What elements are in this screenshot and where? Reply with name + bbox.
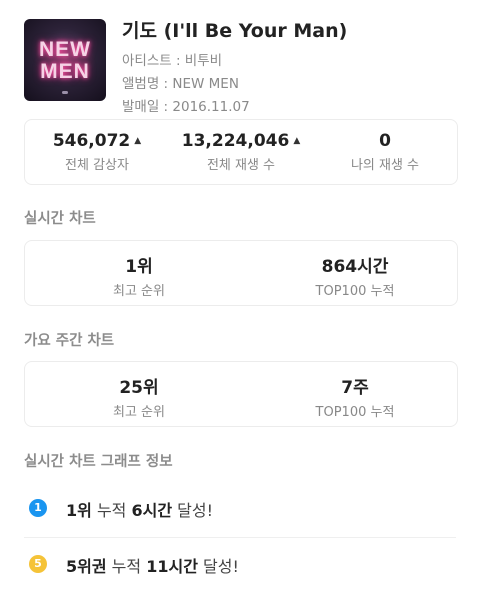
graph-info-suffix: 달성! (177, 501, 214, 520)
graph-info-text: 1위 누적 6시간 달성! (66, 497, 213, 521)
rank-badge-icon: 5 (29, 555, 47, 573)
realtime-top100-stat: 864시간 TOP100 누적 (241, 252, 469, 299)
artist-text[interactable]: 아티스트 : 비투비 (122, 50, 347, 73)
release-date-text: 발매일 : 2016.11.07 (122, 99, 250, 115)
triangle-up-icon: ▲ (293, 136, 301, 146)
listen-stats-card: 546,072 ▲ 전체 감상자 13,224,046 ▲ 전체 재생 수 0 나의… (24, 119, 458, 185)
weekly-best-rank-value: 25위 (119, 378, 159, 398)
album-art[interactable]: NEW MEN (24, 19, 106, 101)
realtime-top100-label: TOP100 누적 (315, 284, 395, 299)
weekly-top100-label: TOP100 누적 (315, 405, 395, 420)
weekly-chart-card: 25위 최고 순위 7주 TOP100 누적 (24, 361, 458, 427)
graph-info-text: 5위권 누적 11시간 달성! (66, 553, 239, 577)
graph-info-mid: 누적 (111, 557, 142, 576)
graph-info-item: 5 5위권 누적 11시간 달성! (24, 545, 456, 585)
weekly-best-rank-stat: 25위 최고 순위 (25, 373, 253, 420)
album-art-text-bottom: MEN (40, 60, 90, 83)
realtime-top100-value: 864시간 (321, 257, 389, 277)
realtime-chart-title: 실시간 차트 (24, 211, 96, 227)
graph-info-title: 실시간 차트 그래프 정보 (24, 454, 173, 470)
my-plays-label: 나의 재생 수 (350, 158, 420, 173)
weekly-chart-title: 가요 주간 차트 (24, 333, 115, 349)
rank-badge-icon: 1 (29, 499, 47, 517)
weekly-best-rank-label: 최고 순위 (113, 405, 165, 420)
album-text[interactable]: 앨범명 : NEW MEN (122, 73, 347, 96)
album-art-text-top: NEW (39, 38, 91, 61)
song-info: 기도 (I'll Be Your Man) 아티스트 : 비투비 앨범명 : N… (122, 16, 347, 119)
realtime-best-rank-stat: 1위 최고 순위 (25, 252, 253, 299)
total-listeners-stat: 546,072 ▲ 전체 감상자 (25, 131, 169, 173)
total-plays-label: 전체 재생 수 (206, 158, 276, 173)
total-plays-stat: 13,224,046 ▲ 전체 재생 수 (169, 131, 313, 173)
my-plays-stat: 0 나의 재생 수 (313, 131, 457, 173)
graph-info-rank: 1위 (66, 501, 92, 520)
graph-info-rank: 5위권 (66, 557, 107, 576)
weekly-top100-value: 7주 (341, 378, 369, 398)
triangle-up-icon: ▲ (134, 136, 142, 146)
graph-info-mid: 누적 (96, 501, 127, 520)
total-listeners-label: 전체 감상자 (65, 158, 129, 173)
graph-info-hours: 11시간 (146, 557, 198, 576)
graph-info-suffix: 달성! (203, 557, 239, 576)
album-art-logo (62, 91, 68, 94)
song-title: 기도 (I'll Be Your Man) (122, 20, 348, 42)
song-header: NEW MEN 기도 (I'll Be Your Man) 아티스트 : 비투비… (24, 19, 464, 115)
total-plays-value: 13,224,046 (181, 131, 290, 151)
row-divider (24, 537, 456, 538)
weekly-top100-stat: 7주 TOP100 누적 (241, 373, 469, 420)
graph-info-hours: 6시간 (131, 501, 173, 520)
total-listeners-value: 546,072 (52, 131, 131, 151)
graph-info-item: 1 1위 누적 6시간 달성! (24, 489, 456, 529)
realtime-chart-card: 1위 최고 순위 864시간 TOP100 누적 (24, 240, 458, 306)
realtime-best-rank-label: 최고 순위 (113, 284, 165, 299)
my-plays-value: 0 (379, 131, 391, 151)
realtime-best-rank-value: 1위 (125, 257, 153, 277)
